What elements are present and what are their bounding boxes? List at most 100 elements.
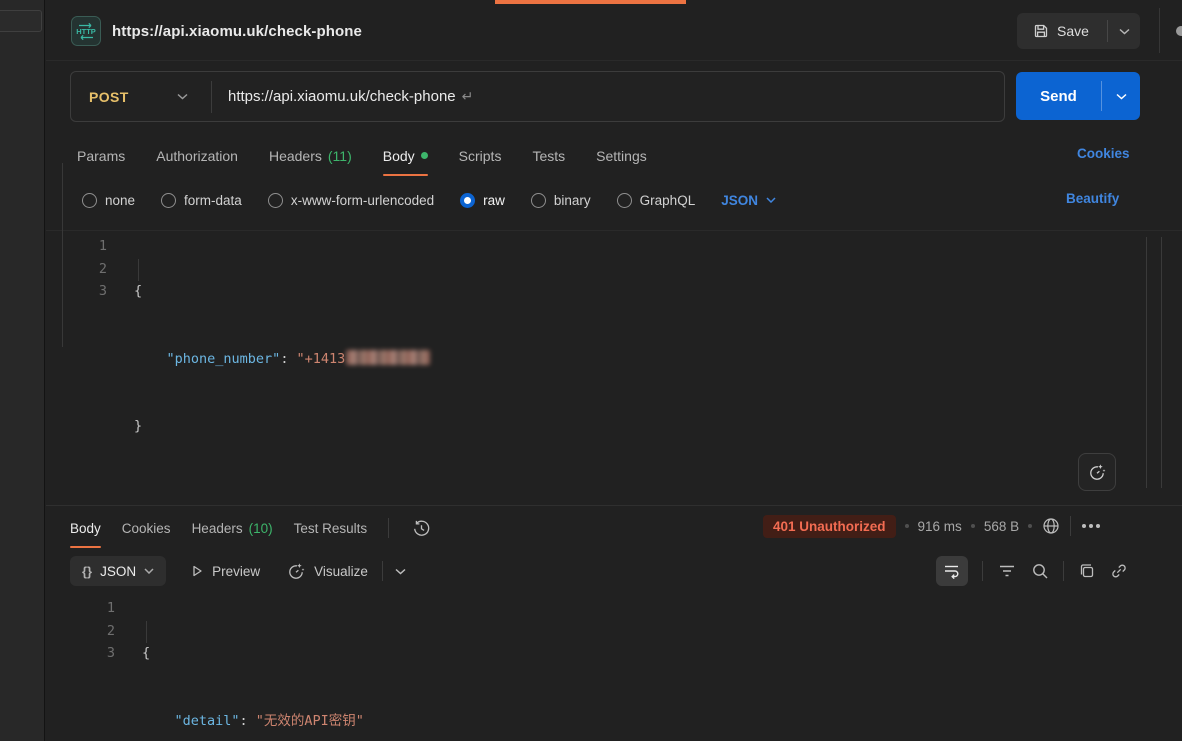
status-code-badge[interactable]: 401 Unauthorized — [763, 515, 896, 538]
line-numbers: 1 2 3 — [75, 597, 115, 665]
tab-tests[interactable]: Tests — [532, 138, 565, 174]
response-tab-body[interactable]: Body — [70, 510, 101, 546]
search-button[interactable] — [1031, 562, 1049, 580]
chevron-down-icon — [177, 93, 188, 100]
body-mode-raw[interactable]: raw — [460, 193, 505, 208]
divider — [46, 230, 1182, 231]
body-mode-graphql[interactable]: GraphQL — [617, 193, 696, 208]
response-tabs: Body Cookies Headers (10) Test Results — [70, 510, 431, 546]
copy-button[interactable] — [1078, 562, 1096, 580]
response-format-selector[interactable]: {} JSON — [70, 556, 166, 586]
headers-count-badge: (11) — [328, 148, 352, 164]
url-input[interactable]: https://api.xiaomu.uk/check-phone ↵ — [212, 72, 1004, 121]
preview-play-icon — [190, 564, 204, 578]
postbot-button[interactable] — [1078, 453, 1116, 491]
json-key: "phone_number" — [167, 351, 281, 367]
response-tab-cookies[interactable]: Cookies — [122, 510, 171, 546]
braces-icon: {} — [82, 564, 92, 579]
filter-button[interactable] — [997, 563, 1017, 579]
editor-scrollbar[interactable] — [1146, 237, 1147, 488]
response-tab-test-results[interactable]: Test Results — [294, 510, 368, 546]
method-selector[interactable]: POST — [71, 72, 211, 121]
filter-icon — [997, 563, 1017, 579]
request-tabs: Params Authorization Headers (11) Body S… — [77, 138, 647, 174]
save-button[interactable]: Save — [1017, 13, 1140, 49]
body-mode-row: none form-data x-www-form-urlencoded raw… — [82, 188, 776, 212]
visualize-button[interactable]: Visualize — [286, 561, 368, 581]
link-button[interactable] — [1110, 562, 1128, 580]
response-view-options-chevron-icon[interactable] — [395, 568, 406, 575]
tab-body[interactable]: Body — [383, 138, 428, 174]
postbot-sparkle-icon — [1087, 462, 1107, 482]
dot-separator — [905, 524, 909, 528]
response-right-toolbar — [936, 556, 1128, 586]
visualize-sparkle-icon — [286, 561, 306, 581]
http-request-icon: HTTP — [71, 16, 101, 46]
send-options-chevron-icon[interactable] — [1102, 72, 1140, 120]
dot-separator — [1028, 524, 1032, 528]
editor-scrollbar[interactable] — [1161, 237, 1162, 488]
url-text: https://api.xiaomu.uk/check-phone — [228, 88, 456, 105]
response-status-row: 401 Unauthorized 916 ms 568 B — [763, 512, 1100, 540]
save-options-chevron-icon[interactable] — [1108, 13, 1140, 49]
panel-scrollbar[interactable] — [62, 163, 63, 347]
response-body-code[interactable]: { "detail":"无效的API密钥" } — [142, 597, 364, 741]
network-info-button[interactable] — [1041, 516, 1061, 536]
body-modified-dot-icon — [421, 152, 428, 159]
body-mode-form-data[interactable]: form-data — [161, 193, 242, 208]
request-title: https://api.xiaomu.uk/check-phone — [112, 23, 362, 40]
active-request-tab-indicator — [495, 0, 686, 4]
tab-settings[interactable]: Settings — [596, 138, 647, 174]
code-line: { — [142, 642, 364, 665]
svg-text:HTTP: HTTP — [76, 27, 96, 36]
response-history-button[interactable] — [412, 519, 431, 538]
divider — [382, 561, 383, 581]
divider — [982, 561, 983, 581]
code-line: "detail":"无效的API密钥" — [142, 710, 364, 733]
radio-icon — [617, 193, 632, 208]
collapsed-sidebar-stub[interactable] — [0, 10, 42, 32]
response-toolbar: {} JSON Preview Visualize — [70, 556, 406, 586]
tab-authorization[interactable]: Authorization — [156, 138, 238, 174]
history-clock-icon — [412, 519, 431, 538]
preview-button[interactable]: Preview — [190, 564, 260, 579]
radio-icon — [268, 193, 283, 208]
return-key-icon: ↵ — [462, 88, 474, 105]
send-button-label: Send — [1016, 88, 1101, 105]
more-options-icon[interactable] — [1082, 524, 1100, 528]
divider — [46, 505, 1182, 506]
wrap-text-icon — [943, 563, 961, 579]
response-size[interactable]: 568 B — [984, 519, 1019, 534]
cookies-link[interactable]: Cookies — [1077, 146, 1130, 161]
response-tab-headers[interactable]: Headers (10) — [192, 510, 273, 546]
beautify-link[interactable]: Beautify — [1066, 191, 1119, 206]
tab-params[interactable]: Params — [77, 138, 125, 174]
save-icon — [1033, 23, 1049, 39]
save-button-label: Save — [1057, 23, 1089, 39]
body-mode-none[interactable]: none — [82, 193, 135, 208]
body-language-selector[interactable]: JSON — [721, 193, 776, 208]
left-sidebar — [0, 0, 45, 741]
divider — [388, 518, 389, 538]
divider — [46, 60, 1182, 61]
app-window: HTTP https://api.xiaomu.uk/check-phone S… — [0, 0, 1182, 741]
request-body-code[interactable]: { "phone_number":"+1413 } — [134, 235, 430, 483]
response-time[interactable]: 916 ms — [918, 519, 962, 534]
chevron-down-icon — [144, 568, 154, 574]
divider — [1159, 8, 1160, 53]
json-value: "+1413 — [296, 351, 345, 367]
tab-headers[interactable]: Headers (11) — [269, 138, 352, 174]
code-line: } — [134, 415, 430, 438]
divider — [1063, 561, 1064, 581]
wrap-text-button[interactable] — [936, 556, 968, 586]
send-button[interactable]: Send — [1016, 72, 1140, 120]
body-mode-urlencoded[interactable]: x-www-form-urlencoded — [268, 193, 434, 208]
redacted-phone-number — [346, 350, 430, 365]
response-headers-count-badge: (10) — [249, 521, 273, 536]
tab-scripts[interactable]: Scripts — [459, 138, 502, 174]
dot-separator — [971, 524, 975, 528]
copy-icon — [1078, 562, 1096, 580]
radio-icon — [161, 193, 176, 208]
code-line: "phone_number":"+1413 — [134, 348, 430, 371]
body-mode-binary[interactable]: binary — [531, 193, 591, 208]
